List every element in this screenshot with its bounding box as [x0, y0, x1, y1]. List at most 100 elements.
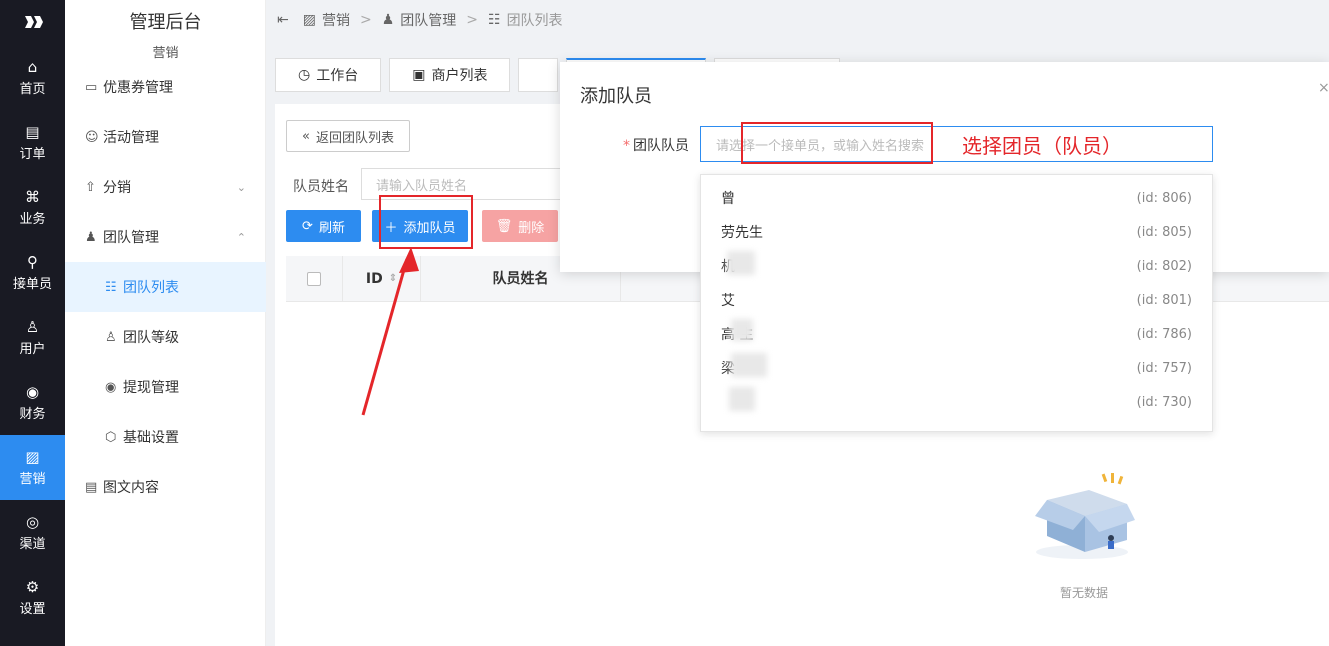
nav-item-label: 用户	[19, 342, 46, 357]
tab-workbench[interactable]: ◷ 工作台	[275, 58, 382, 92]
chevron-icon: ⌄	[236, 180, 246, 194]
option-id: (id: 757)	[1136, 360, 1192, 376]
finance-icon: ◉	[25, 383, 40, 401]
order-icon: ▤	[25, 123, 40, 141]
nav-item-8[interactable]: ⚙ 设置	[0, 565, 65, 630]
nav-item-5[interactable]: ◉ 财务	[0, 370, 65, 435]
dropdown-option[interactable]: 艾 (id: 801)	[701, 283, 1212, 317]
chart-icon: ▨	[302, 12, 316, 28]
sidebar-item-4[interactable]: ☷ 团队列表	[65, 262, 266, 312]
dropdown-option[interactable]: 曾 (id: 806)	[701, 181, 1212, 215]
option-id: (id: 730)	[1136, 394, 1192, 410]
option-id: (id: 806)	[1136, 190, 1192, 206]
marketing-icon: ▨	[25, 448, 40, 466]
app-title: 管理后台	[129, 12, 202, 33]
trash-icon: 🗑	[495, 218, 513, 234]
dropdown-option[interactable]: 高 生(id: 786)	[701, 317, 1212, 351]
sidebar-item-label: 提现管理	[123, 380, 179, 396]
filter-label: 队员姓名	[293, 179, 349, 195]
refresh-label: 刷新	[318, 220, 345, 236]
nav-item-label: 渠道	[19, 537, 46, 552]
member-dropdown: 曾 (id: 806) 劳先生 (id: 805) 机(id: 802) 艾 (id: 80…	[700, 174, 1213, 432]
tab-partial[interactable]	[518, 58, 559, 92]
logo-icon	[24, 16, 43, 28]
sidebar-item-6[interactable]: ◉ 提现管理	[65, 362, 266, 412]
sidebar: 管理后台 营销 ▭ 优惠券管理 ☺ 活动管理 ⇧ 分销 ⌄ ♟ 团队管理 ⌃ ☷ 团队列表 ♙ 团队等级 ◉…	[65, 0, 266, 646]
nav-item-4[interactable]: ♙ 用户	[0, 305, 65, 370]
close-icon[interactable]: ×	[1318, 80, 1329, 96]
empty-text: 暂无数据	[1060, 586, 1109, 600]
menu-icon: ◉	[105, 379, 117, 395]
breadcrumb-item-marketing[interactable]: 营销	[322, 10, 350, 30]
breadcrumb-item-team[interactable]: 团队管理	[400, 10, 456, 30]
option-name: 艾	[721, 293, 735, 309]
nav-item-1[interactable]: ▤ 订单	[0, 110, 65, 175]
sidebar-item-8[interactable]: ▤ 图文内容	[65, 462, 266, 512]
annotation-arrow	[361, 247, 419, 416]
nav-item-2[interactable]: ⌘ 业务	[0, 175, 65, 240]
option-name: 劳先生	[721, 225, 763, 241]
dialog-title: 添加队员	[580, 86, 652, 107]
nav-item-label: 业务	[19, 212, 46, 227]
blurred-name-mask	[731, 353, 767, 377]
sidebar-item-0[interactable]: ▭ 优惠券管理	[65, 62, 266, 112]
delete-button[interactable]: 🗑 删除	[482, 210, 558, 242]
dropdown-option[interactable]: (id: 730)	[701, 385, 1212, 419]
home-icon: ⌂	[27, 58, 38, 76]
sidebar-item-label: 图文内容	[103, 480, 159, 496]
sidebar-item-2[interactable]: ⇧ 分销 ⌄	[65, 162, 266, 212]
back-label: 返回团队列表	[315, 130, 394, 146]
sidebar-item-label: 团队管理	[103, 230, 159, 246]
required-mark: *	[623, 138, 630, 154]
dropdown-option[interactable]: 劳先生 (id: 805)	[701, 215, 1212, 249]
sidebar-item-1[interactable]: ☺ 活动管理	[65, 112, 266, 162]
back-button[interactable]: « 返回团队列表	[286, 120, 410, 152]
option-id: (id: 801)	[1136, 292, 1192, 308]
annotation-box-add	[379, 195, 473, 249]
section-title: 营销	[152, 46, 179, 61]
empty-box-icon	[1035, 473, 1135, 559]
tab-label: 商户列表	[431, 68, 488, 84]
dropdown-option[interactable]: 梁 (id: 757)	[701, 351, 1212, 385]
user-icon: ♙	[25, 318, 40, 336]
nav-item-3[interactable]: ⚲ 接单员	[0, 240, 65, 305]
menu-icon: ♙	[105, 329, 117, 345]
clock-icon: ◷	[298, 67, 311, 83]
blurred-name-mask	[727, 251, 755, 275]
team-icon: ♟	[381, 12, 395, 28]
refresh-icon: ⟳	[302, 218, 313, 234]
sidebar-item-3[interactable]: ♟ 团队管理 ⌃	[65, 212, 266, 262]
dropdown-option[interactable]: 机(id: 802)	[701, 249, 1212, 283]
member-field-label: * 团队队员	[623, 135, 689, 155]
menu-icon: ☷	[105, 279, 117, 295]
logo	[0, 0, 65, 44]
menu-icon: ☺	[85, 129, 99, 145]
breadcrumb-separator: >	[359, 12, 372, 28]
tab-merchant-list[interactable]: ▣ 商户列表	[389, 58, 511, 92]
nav-item-0[interactable]: ⌂ 首页	[0, 45, 65, 110]
sidebar-item-label: 团队等级	[123, 330, 179, 346]
select-all-checkbox[interactable]	[307, 271, 321, 286]
annotation-text: 选择团员（队员）	[962, 134, 1122, 158]
blurred-name-mask	[731, 319, 753, 341]
menu-icon: ⇧	[85, 179, 96, 195]
refresh-button[interactable]: ⟳ 刷新	[286, 210, 361, 242]
menu-icon: ♟	[85, 229, 97, 245]
option-id: (id: 805)	[1136, 224, 1192, 240]
nav-item-label: 设置	[19, 602, 46, 617]
nav-item-label: 首页	[19, 82, 46, 97]
bike-icon: ⚲	[27, 253, 38, 271]
nav-item-6[interactable]: ▨ 营销	[0, 435, 65, 500]
channel-icon: ◎	[25, 513, 40, 531]
settings-icon: ⚙	[25, 578, 40, 596]
sidebar-item-7[interactable]: ⬡ 基础设置	[65, 412, 266, 462]
id-card-icon: ▣	[412, 67, 426, 83]
nav-item-7[interactable]: ◎ 渠道	[0, 500, 65, 565]
sidebar-item-label: 基础设置	[123, 430, 179, 446]
collapse-toggle-icon[interactable]: ⇤	[277, 12, 289, 28]
breadcrumb-separator: >	[466, 12, 478, 28]
nav-item-label: 订单	[19, 147, 46, 162]
double-left-icon: «	[302, 128, 310, 144]
nav-item-label: 营销	[19, 472, 46, 487]
sidebar-item-5[interactable]: ♙ 团队等级	[65, 312, 266, 362]
